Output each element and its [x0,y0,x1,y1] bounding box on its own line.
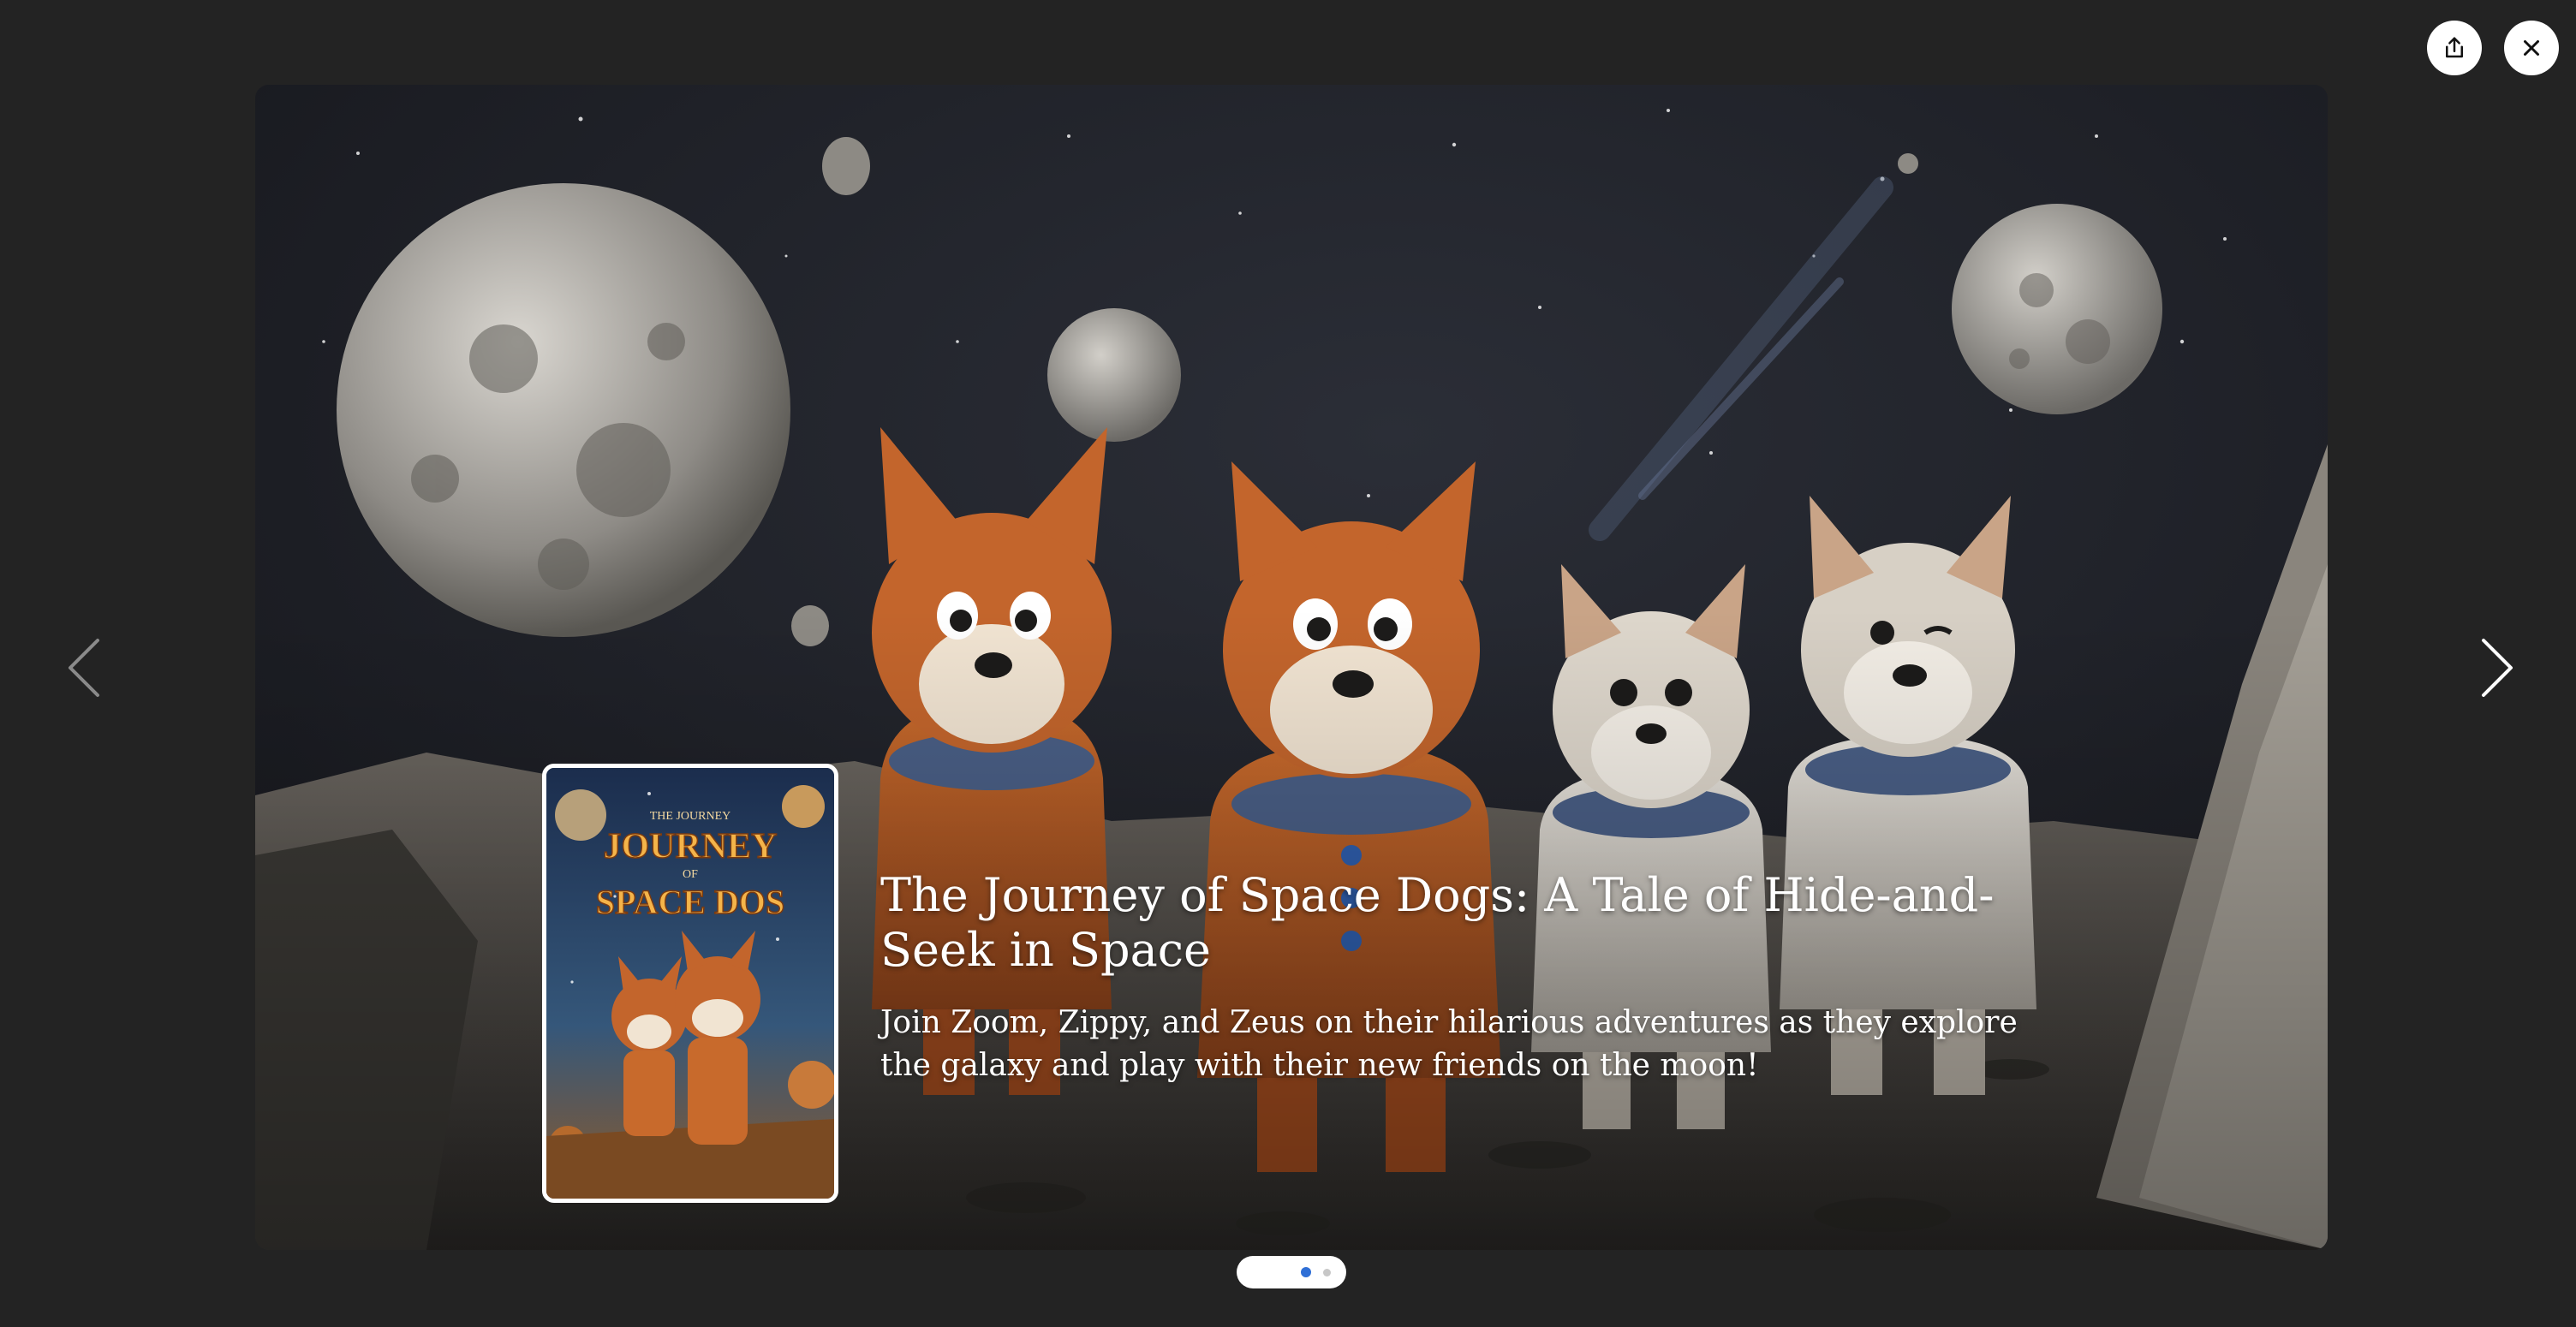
previous-slide-button[interactable] [58,634,110,702]
chevron-right-icon [2482,639,2513,697]
share-icon [2446,37,2463,58]
close-button[interactable] [2504,21,2559,75]
cover-text-line4: SPACE DOS [596,883,784,921]
book-title: The Journey of Space Dogs: A Tale of Hid… [880,868,1995,977]
pagination-dot[interactable] [1301,1267,1311,1277]
slide-info: The Journey of Space Dogs: A Tale of Hid… [880,868,2019,1087]
cover-text-line2: JOURNEY [603,827,777,866]
cover-text-line1: THE JOURNEY [650,810,731,823]
close-icon [2524,40,2539,56]
next-slide-button[interactable] [2472,634,2523,702]
cover-text-line3: OF [683,868,698,881]
book-cover-thumbnail[interactable]: THE JOURNEY JOURNEY OF SPACE DOS [542,764,838,1203]
share-button[interactable] [2427,21,2482,75]
slide-viewer: THE JOURNEY JOURNEY OF SPACE DOS The Jou… [0,0,2576,1327]
pagination-dot[interactable] [1323,1268,1331,1276]
pagination-dots [1237,1256,1346,1288]
book-cover-image: THE JOURNEY JOURNEY OF SPACE DOS [546,768,834,1199]
book-description: Join Zoom, Zippy, and Zeus on their hila… [880,1005,2018,1083]
slide-card: THE JOURNEY JOURNEY OF SPACE DOS The Jou… [255,85,2328,1250]
chevron-left-icon [69,639,99,697]
